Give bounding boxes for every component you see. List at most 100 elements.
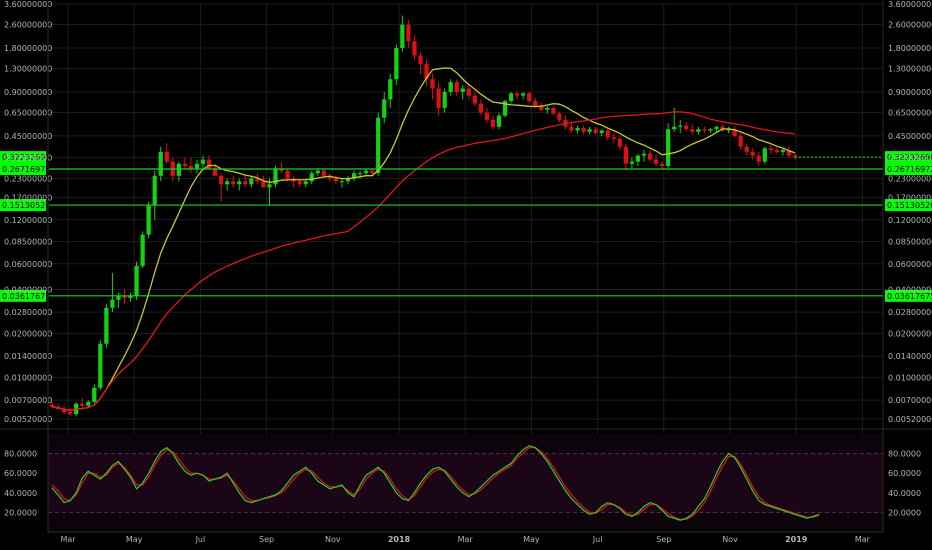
level-tag-left-label: 0.26716972 [2, 165, 50, 174]
candle-body [333, 178, 339, 182]
candle-body [611, 137, 616, 139]
candle-body [545, 107, 550, 110]
candle-body [134, 265, 139, 297]
price-tick-right: 0.01000000 [888, 373, 932, 382]
candle-body [430, 79, 435, 89]
candle-body [231, 181, 236, 185]
price-tick-left: 0.00700000 [4, 396, 52, 405]
candle-body [176, 163, 181, 176]
candle-body [152, 175, 157, 206]
time-tick: Nov [722, 535, 738, 544]
price-tick-right: 0.00520000 [888, 415, 932, 424]
candle-body [412, 41, 417, 56]
candle-body [466, 88, 471, 96]
osc-tick-right: 20.0000 [888, 508, 921, 517]
price-tick-left: 0.02000000 [4, 329, 52, 338]
candle-body [406, 24, 411, 42]
time-tick: Mar [855, 535, 871, 544]
price-tick-right: 0.08500000 [888, 238, 932, 247]
candle-body [200, 159, 206, 164]
candle-body [551, 107, 556, 114]
candle-body [508, 93, 514, 102]
candle-body [400, 24, 405, 48]
candle-body [68, 411, 73, 415]
candle-body [780, 150, 786, 152]
time-tick: Nov [325, 535, 341, 544]
candle-body [762, 148, 767, 162]
candle-body [641, 153, 647, 156]
candle-body [418, 55, 423, 64]
price-tick-left: 2.60000000 [4, 21, 52, 30]
candle-body [666, 129, 671, 167]
time-tick: 2018 [388, 535, 411, 544]
candle-body [448, 82, 453, 92]
price-tick-right: 0.01400000 [888, 352, 932, 361]
osc-tick-left: 60.0000 [4, 469, 37, 478]
price-tick-left: 3.60000000 [4, 0, 52, 9]
oscillator-panel [48, 434, 883, 532]
candle-body [774, 150, 779, 152]
candle-body [225, 181, 230, 185]
price-tick-left: 0.02800000 [4, 308, 52, 317]
candle-body [635, 155, 641, 162]
candle-body [708, 129, 713, 131]
price-tick-left: 0.90000000 [4, 88, 52, 97]
osc-tick-left: 80.0000 [4, 450, 37, 459]
candle-body [243, 181, 248, 185]
price-tick-left: 0.12000000 [4, 216, 52, 225]
candle-body [478, 103, 484, 113]
candle-body [587, 129, 592, 132]
osc-tick-right: 40.0000 [888, 489, 921, 498]
candle-body [599, 130, 604, 134]
candle-body [146, 205, 151, 235]
candle-body [164, 151, 169, 162]
price-tick-left: 0.23000000 [4, 175, 52, 184]
osc-tick-right: 60.0000 [888, 469, 921, 478]
stock-chart: 0.26716972 0.267169720.15130520 0.15130520… [0, 0, 932, 550]
time-tick: Jul [195, 535, 206, 544]
candle-body [249, 178, 254, 185]
time-tick: Mar [60, 535, 76, 544]
candle-body [575, 127, 580, 131]
candle-body [581, 127, 586, 132]
candle-body [116, 296, 121, 300]
price-tick-right: 2.60000000 [888, 21, 932, 30]
candle-body [623, 146, 628, 164]
candle-body [309, 173, 314, 182]
price-tick-right: 0.12000000 [888, 216, 932, 225]
price-tick-left: 1.80000000 [4, 44, 52, 53]
candle-body [80, 403, 85, 406]
price-tick-right: 0.17000000 [888, 194, 932, 203]
price-tick-right: 1.30000000 [888, 65, 932, 74]
candle-body [297, 181, 302, 185]
candle-body [285, 170, 290, 179]
candle-body [605, 130, 610, 138]
price-tick-left: 0.00520000 [4, 415, 52, 424]
candle-body [569, 126, 574, 131]
candle-body [194, 163, 200, 169]
candle-body [261, 181, 266, 188]
candle-body [744, 146, 749, 152]
candle-body [92, 387, 97, 402]
candle-body [738, 135, 743, 147]
price-tick-right: 0.00700000 [888, 396, 932, 405]
candle-body [527, 93, 532, 102]
candle-body [647, 153, 653, 160]
candle-body [110, 299, 115, 308]
candle-body [128, 296, 133, 298]
price-tick-right: 0.02800000 [888, 308, 932, 317]
price-tick-left: 0.06000000 [4, 260, 52, 269]
candle-body [696, 129, 701, 132]
candle-body [237, 181, 242, 185]
candle-body [219, 175, 224, 185]
time-tick: May [523, 535, 540, 544]
candle-body [86, 401, 91, 406]
candle-body [436, 88, 441, 108]
candle-body [394, 47, 399, 80]
time-tick: May [126, 535, 143, 544]
price-tick-left: 0.08500000 [4, 238, 52, 247]
candle-body [484, 112, 490, 120]
candle-body [521, 93, 526, 96]
candle-body [182, 163, 188, 167]
price-tick-right: 1.80000000 [888, 44, 932, 53]
